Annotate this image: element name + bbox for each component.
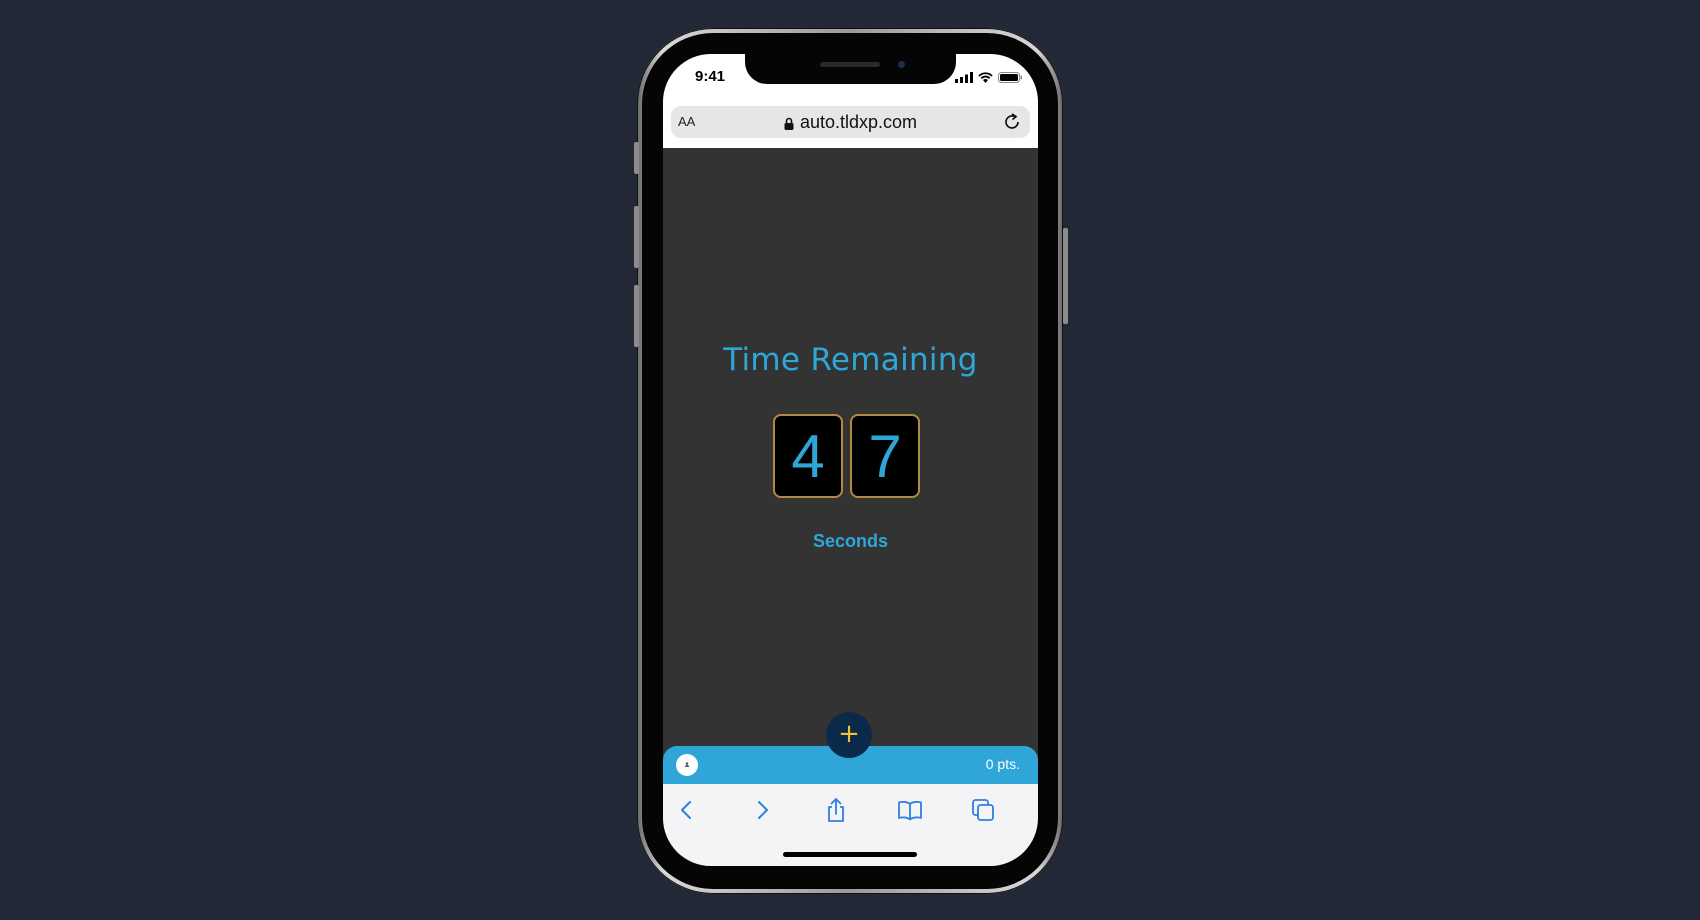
battery-icon — [998, 72, 1022, 83]
points-label: 0 pts. — [985, 756, 1020, 772]
add-button[interactable]: + — [826, 712, 872, 758]
countdown-digits: 4 7 — [773, 414, 920, 498]
power-button — [1063, 228, 1068, 324]
volume-down-button — [634, 285, 639, 347]
signal-icon — [955, 72, 973, 83]
status-bar: 9:41 — [663, 54, 1038, 104]
share-icon[interactable] — [822, 796, 850, 824]
user-icon — [684, 762, 690, 767]
silent-switch — [634, 142, 639, 174]
page-content: Time Remaining 4 7 Seconds — [663, 148, 1038, 748]
url-text: auto.tldxp.com — [799, 112, 918, 132]
countdown-digit-tens: 4 — [773, 414, 843, 498]
front-camera — [898, 61, 905, 68]
status-time: 9:41 — [695, 68, 726, 85]
countdown-digit-ones: 7 — [850, 414, 920, 498]
url-field[interactable]: auto.tldxp.com — [671, 112, 1030, 133]
home-indicator[interactable] — [783, 852, 917, 857]
timer-title: Time Remaining — [723, 342, 978, 378]
tabs-icon[interactable] — [969, 796, 997, 824]
lock-icon — [784, 117, 794, 130]
forward-icon[interactable] — [748, 796, 776, 824]
notch — [745, 54, 956, 84]
volume-up-button — [634, 206, 639, 268]
speaker-grille — [820, 62, 880, 67]
browser-address-area: AA auto.tldxp.com — [663, 104, 1038, 148]
timer-unit-label: Seconds — [812, 531, 889, 551]
phone-screen: 9:41 AA auto.tldxp.com Time Remaining 4 … — [663, 54, 1038, 866]
back-icon[interactable] — [673, 796, 701, 824]
address-bar[interactable]: AA auto.tldxp.com — [671, 106, 1030, 138]
bookmarks-icon[interactable] — [896, 796, 924, 824]
avatar[interactable] — [676, 754, 698, 776]
status-icons — [955, 72, 1022, 83]
wifi-icon — [978, 72, 993, 83]
reload-icon[interactable] — [1002, 112, 1022, 132]
